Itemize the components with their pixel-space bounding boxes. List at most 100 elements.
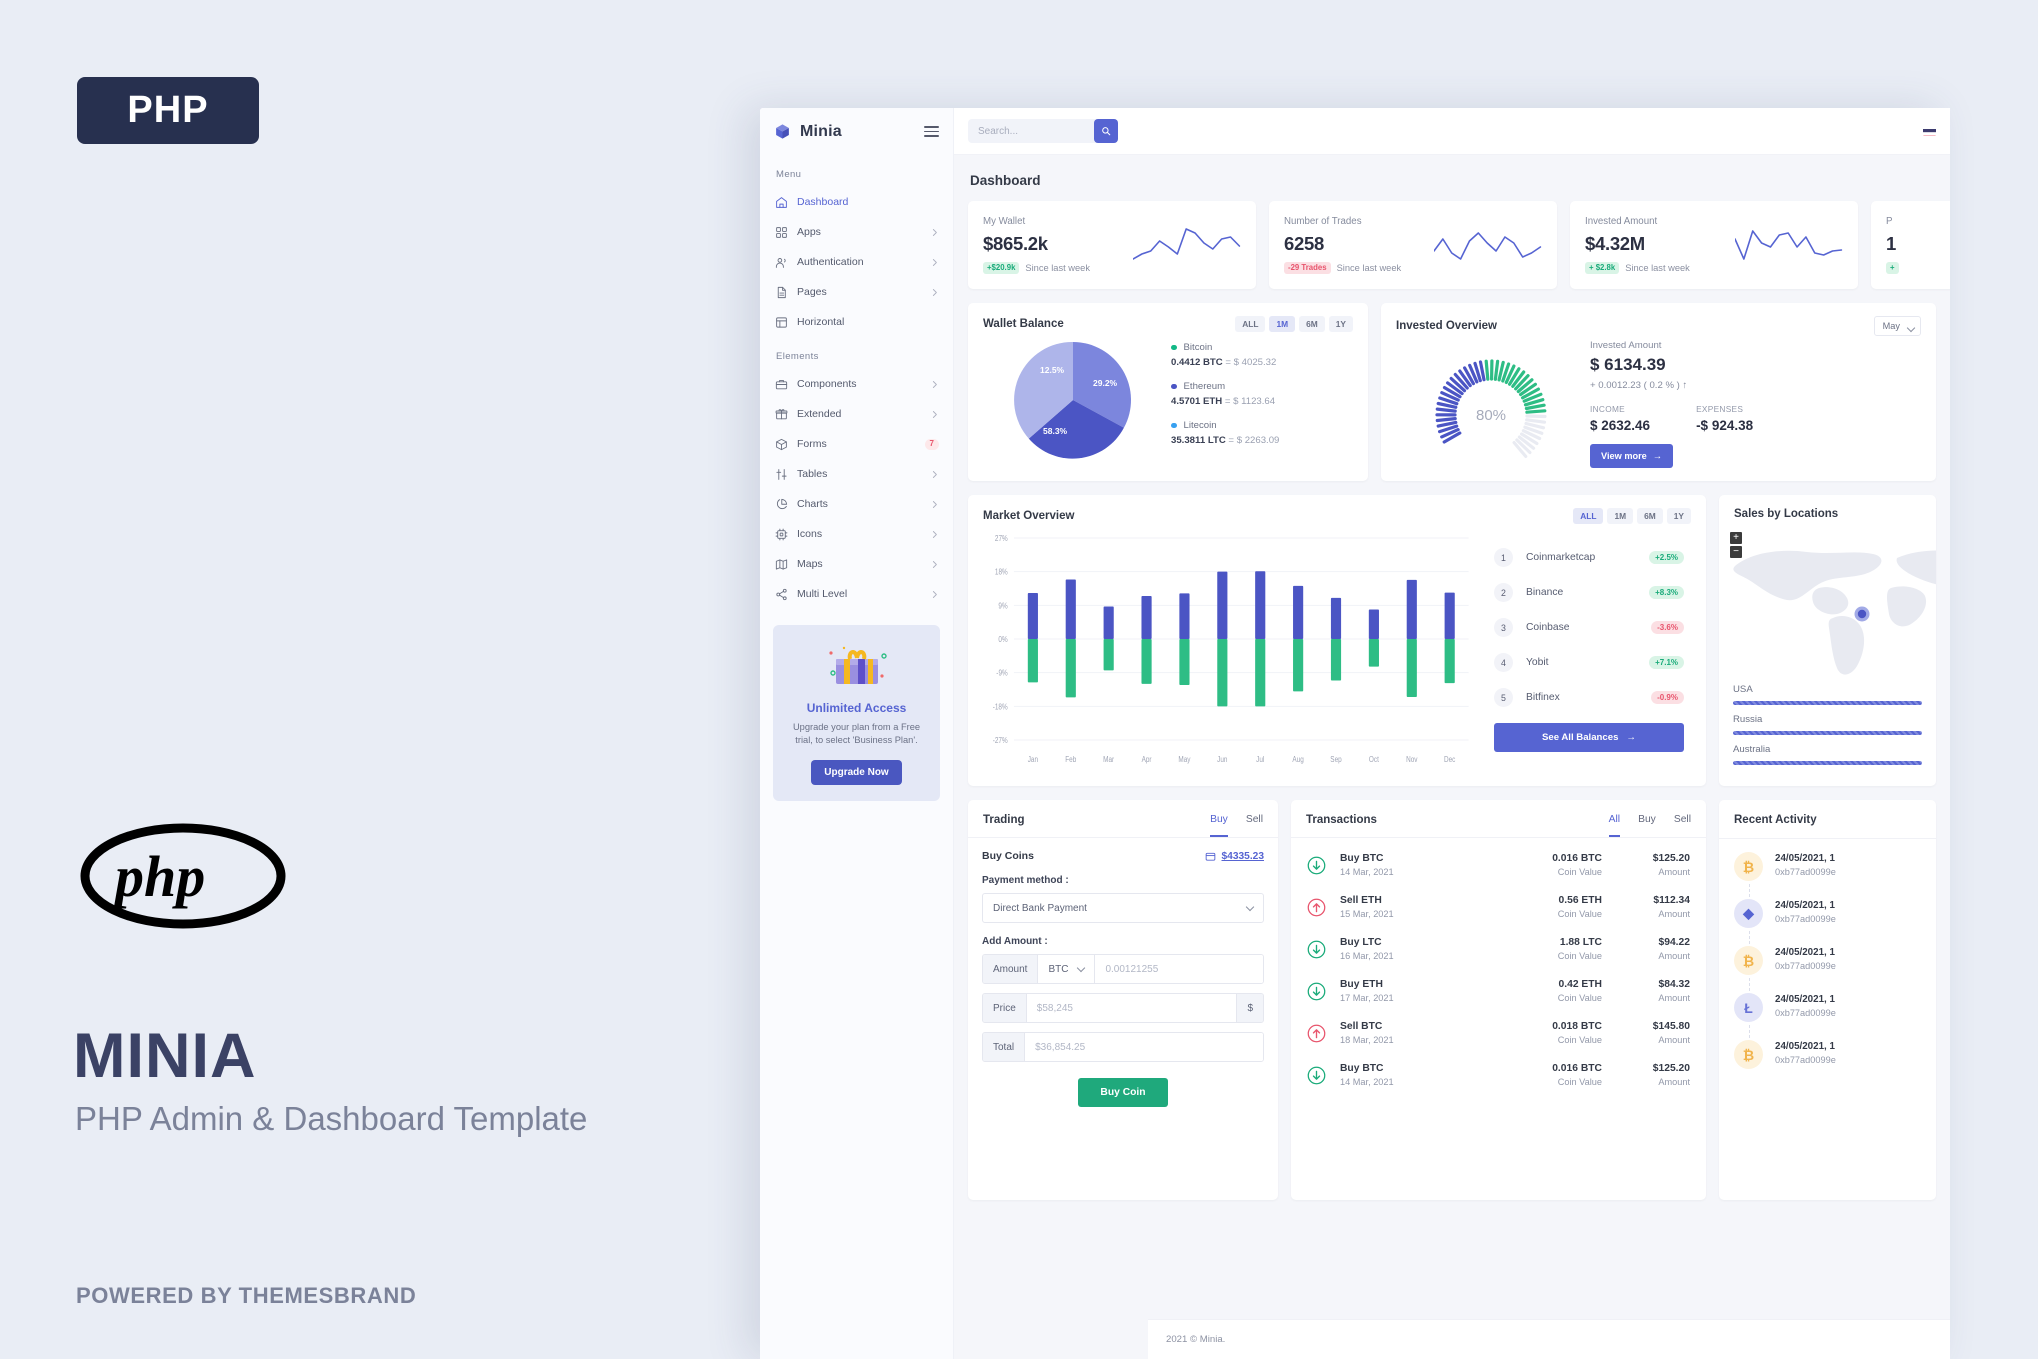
x-tick-label: Apr [1142,755,1152,765]
hamburger-menu-icon[interactable] [924,125,939,138]
change-badge: +2.5% [1649,551,1684,565]
income-block: INCOME $ 2632.46 [1590,404,1650,433]
sidebar-item-dashboard[interactable]: Dashboard [760,187,953,217]
trading-tab-sell[interactable]: Sell [1246,814,1263,837]
income-value: $ 2632.46 [1590,418,1651,433]
sidebar-item-icons[interactable]: Icons [760,519,953,549]
sidebar-item-extended[interactable]: Extended [760,399,953,429]
stat-left: Invested Amount $4.32M + $2.8k Since last w… [1585,216,1735,274]
chevron-right-icon [932,530,937,538]
stat-title: P [1886,216,1893,228]
status-badge: +$20.9k [983,262,1020,274]
transactions-tab-sell[interactable]: Sell [1674,814,1691,837]
cube-icon [776,124,789,139]
content-scroll: Dashboard My Wallet $865.2k +$20.9k Since l… [954,155,1950,1359]
sidebar-item-label: Forms [797,438,827,450]
market-range-1m[interactable]: 1M [1607,508,1634,525]
location-name: Australia [1733,744,1771,755]
see-all-balances-button[interactable]: See All Balances → [1494,723,1684,753]
arrow-right-icon: → [1626,732,1637,744]
exchange-rank-row[interactable]: 4 Yobit +7.1% [1494,653,1684,673]
currency-select[interactable]: BTC [1038,955,1096,983]
transaction-amount-col: $125.20 Amount [1616,1063,1690,1087]
exchange-rank-row[interactable]: 5 Bitfinex -0.9% [1494,688,1684,708]
total-addon: Total [983,1033,1026,1061]
transaction-amount-value: $125.20 [1652,853,1690,864]
wallet-balance-link[interactable]: $4335.23 [1205,851,1264,862]
location-name: USA [1733,684,1753,695]
topbar-right [1923,126,1936,136]
sidebar-item-tables[interactable]: Tables [760,459,953,489]
wallet-range-1m[interactable]: 1M [1269,316,1296,333]
status-badge: + $2.8k [1585,262,1620,274]
legend-dot-icon [1171,383,1177,390]
sidebar-item-maps[interactable]: Maps [760,549,953,579]
market-bar-chart-container: 27% 18% 9% 0% -9% -18% -27% Jan Feb Mar Apr May Jun J… [978,524,1478,774]
world-map-container[interactable]: + − [1719,528,1936,678]
rank-number: 5 [1494,688,1513,708]
invested-overview-header: Invested Overview May [1381,303,1936,336]
exchange-rank-area: 1 Coinmarketcap +2.5% 2 Binance +8.3% 3 Coinbas… [1478,524,1696,774]
market-range-6m[interactable]: 6M [1637,508,1663,525]
sidebar-item-label: Authentication [797,256,864,268]
stat-card: P 1 + [1871,201,1950,289]
table-row: Buy ETH 17 Mar, 2021 0.42 ETH Coin Value $84… [1307,970,1690,1012]
income-expenses-row: INCOME $ 2632.46 EXPENSES -$ 924.38 [1590,404,1921,433]
invested-amount-value: $ 6134.39 [1590,355,1666,374]
month-select[interactable]: May [1873,316,1921,336]
wallet-range-6m[interactable]: 6M [1299,316,1325,333]
recent-activity-title: Recent Activity [1734,814,1817,826]
sidebar-item-charts[interactable]: Charts [760,489,953,519]
layout-icon [775,316,787,328]
x-tick-label: Mar [1103,755,1114,765]
transactions-tab-buy[interactable]: Buy [1638,814,1656,837]
upgrade-now-button[interactable]: Upgrade Now [811,759,902,785]
transaction-name: Buy BTC [1340,853,1384,864]
briefcase-icon [775,379,787,389]
cpu-icon [775,528,787,540]
transactions-card: Transactions All Buy Sell Buy BTC 14 Mar, 2… [1291,800,1706,1200]
trading-title: Trading [983,814,1025,826]
amount-input[interactable] [1095,955,1263,983]
legend-dot-icon [1171,422,1177,429]
sidebar-item-components[interactable]: Components [760,369,953,399]
price-input[interactable] [1026,994,1237,1022]
wallet-range-1y[interactable]: 1Y [1328,316,1353,333]
sidebar-item-authentication[interactable]: Authentication [760,247,953,277]
view-more-button[interactable]: View more → [1590,444,1673,468]
transaction-date: 14 Mar, 2021 [1340,867,1394,877]
payment-method-select[interactable]: Direct Bank Payment [982,893,1264,923]
flag-icon[interactable] [1923,126,1936,136]
box-icon [774,437,788,451]
sidebar-item-apps[interactable]: Apps [760,217,953,247]
exchange-rank-row[interactable]: 1 Coinmarketcap +2.5% [1494,548,1684,568]
exchange-rank-row[interactable]: 3 Coinbase -3.6% [1494,618,1684,638]
buy-coin-button[interactable]: Buy Coin [1078,1078,1168,1107]
layout-icon [774,315,788,329]
sidebar-item-multi-level[interactable]: Multi Level [760,579,953,609]
map-zoom-in-button[interactable]: + [1730,532,1742,544]
sidebar-item-forms[interactable]: Forms 7 [760,429,953,459]
transactions-tab-all[interactable]: All [1608,814,1621,837]
search-button[interactable] [1094,119,1118,143]
wallet-balance-title: Wallet Balance [983,318,1064,331]
map-zoom-out-button[interactable]: − [1730,546,1742,558]
coin-value: 35.3811 LTC = $ 2263.09 [1171,434,1280,446]
sidebar-item-pages[interactable]: Pages [760,277,953,307]
wallet-range-all[interactable]: ALL [1235,316,1266,333]
coin-name-row: Ethereum [1171,381,1353,392]
chevron-right-icon [932,500,937,508]
exchange-rank-row[interactable]: 2 Binance +8.3% [1494,583,1684,603]
trading-tab-buy[interactable]: Buy [1210,814,1228,837]
price-addon: Price [983,994,1027,1022]
sidebar-brand[interactable]: Minia [760,108,953,155]
wallet-row: Wallet Balance ALL 1M 6M 1Y 29.2% 58.3% … [968,303,1936,481]
chevron-right-icon [932,410,937,418]
bottom-row: Trading Buy Sell Buy Coins $4335.23 Paym… [968,800,1936,1200]
market-range-all[interactable]: ALL [1573,508,1604,525]
promo-panel: PHP php MINIA PHP Admin & Dashboard Temp… [0,0,760,1359]
market-range-1y[interactable]: 1Y [1666,508,1691,525]
total-input[interactable] [1025,1033,1263,1061]
sidebar-item-horizontal[interactable]: Horizontal [760,307,953,337]
ltc-coin-icon: Ł [1734,993,1763,1022]
